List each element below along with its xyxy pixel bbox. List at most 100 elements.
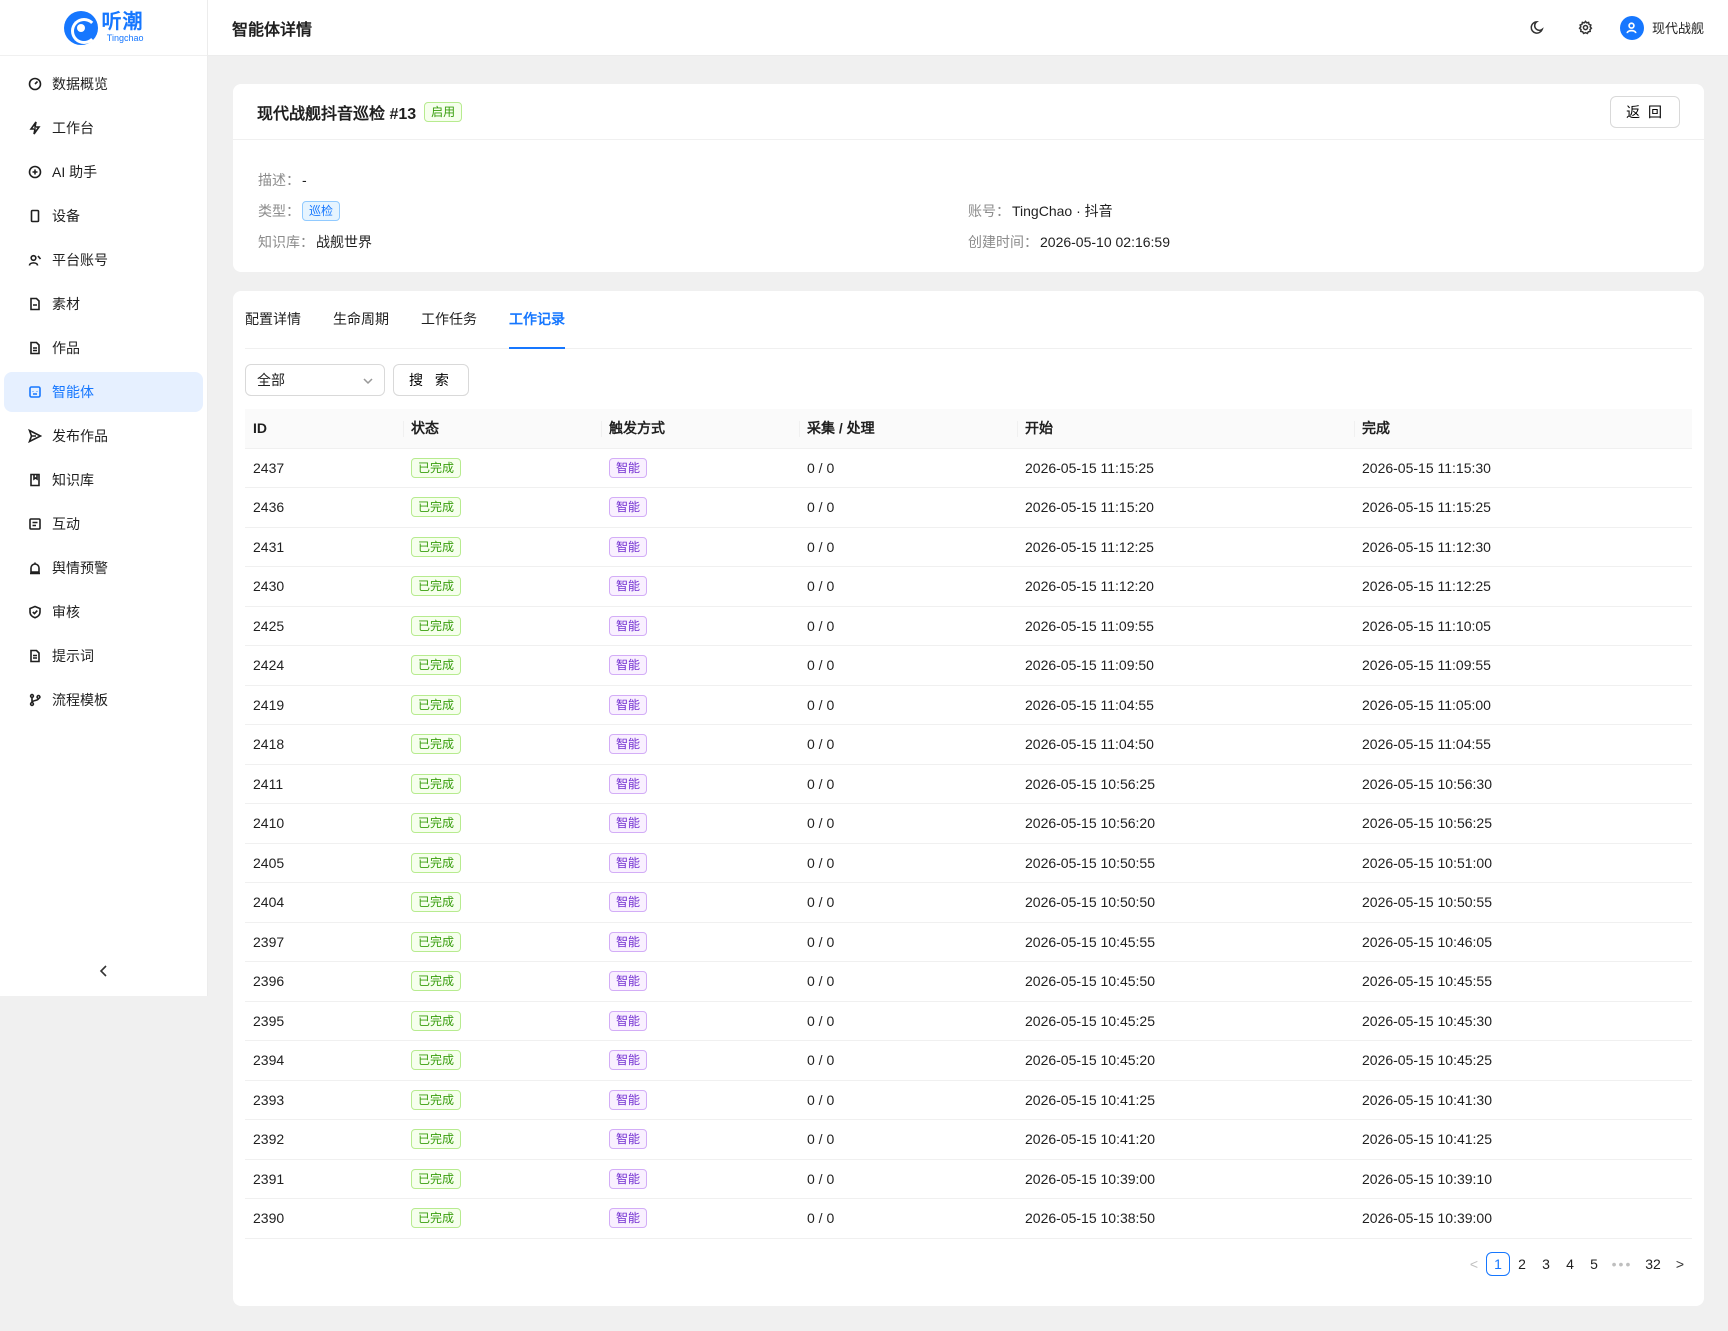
sidebar-item-send[interactable]: 发布作品 — [4, 416, 203, 456]
pagination-page-1[interactable]: 1 — [1486, 1252, 1510, 1276]
pagination-next-button[interactable]: > — [1668, 1252, 1692, 1276]
end-time: 2026-05-15 11:09:55 — [1354, 645, 1692, 686]
sidebar-item-branch[interactable]: 流程模板 — [4, 680, 203, 720]
send-icon — [28, 429, 42, 443]
sidebar-item-lightning[interactable]: 工作台 — [4, 108, 203, 148]
sidebar-item-label: 数据概览 — [52, 76, 108, 92]
table-row[interactable]: 2396 已完成 智能 0 / 0 2026-05-15 10:45:50 2026-05… — [245, 961, 1692, 1002]
end-time: 2026-05-15 11:15:25 — [1354, 487, 1692, 528]
table-row[interactable]: 2394 已完成 智能 0 / 0 2026-05-15 10:45:20 2026-05… — [245, 1040, 1692, 1081]
search-button[interactable]: 搜 索 — [393, 364, 469, 396]
table-row[interactable]: 2411 已完成 智能 0 / 0 2026-05-15 10:56:25 2026-05… — [245, 764, 1692, 804]
pagination: <1 2 3 4 5 ••• 32 > — [1462, 1252, 1692, 1276]
end-time: 2026-05-15 10:39:10 — [1354, 1159, 1692, 1199]
user-menu[interactable]: 现代战舰 — [1619, 15, 1704, 40]
collect-process-count: 0 / 0 — [799, 527, 1017, 567]
pagination-page-3[interactable]: 3 — [1534, 1252, 1558, 1276]
end-time: 2026-05-15 10:50:55 — [1354, 882, 1692, 923]
status-badge: 已完成 — [411, 1010, 462, 1031]
user-name: 现代战舰 — [1651, 21, 1704, 36]
settings-button[interactable] — [1570, 12, 1602, 44]
theme-toggle-button[interactable] — [1522, 12, 1554, 44]
start-time: 2026-05-15 11:15:20 — [1017, 487, 1354, 528]
start-time: 2026-05-15 10:50:50 — [1017, 882, 1354, 923]
sidebar-item-robot[interactable]: 智能体 — [4, 372, 203, 412]
trigger-badge: 智能 — [609, 1050, 648, 1071]
table-row[interactable]: 2419 已完成 智能 0 / 0 2026-05-15 11:04:55 2026-05… — [245, 685, 1692, 725]
sidebar-item-users[interactable]: 平台账号 — [4, 240, 203, 280]
end-time: 2026-05-15 10:51:00 — [1354, 843, 1692, 883]
collect-process-count: 0 / 0 — [799, 448, 1017, 488]
end-time: 2026-05-15 10:39:00 — [1354, 1198, 1692, 1239]
trigger-badge: 智能 — [609, 576, 648, 597]
chat-icon — [28, 517, 42, 531]
trigger-badge: 智能 — [609, 931, 648, 952]
collect-process-count: 0 / 0 — [799, 1198, 1017, 1239]
pagination-page-5[interactable]: 5 — [1582, 1252, 1606, 1276]
trigger-badge: 智能 — [609, 813, 648, 834]
table-row[interactable]: 2424 已完成 智能 0 / 0 2026-05-15 11:09:50 2026-05… — [245, 645, 1692, 686]
trigger-badge: 智能 — [609, 1010, 648, 1031]
sidebar-item-shield[interactable]: 审核 — [4, 592, 203, 632]
record-id: 2411 — [245, 764, 403, 804]
phone-icon — [28, 209, 42, 223]
sidebar-item-chat[interactable]: 互动 — [4, 504, 203, 544]
sidebar-item-dashboard[interactable]: 数据概览 — [4, 64, 203, 104]
tab-3[interactable]: 工作记录 — [509, 290, 565, 349]
document-icon — [28, 341, 42, 355]
sidebar-item-note[interactable]: 提示词 — [4, 636, 203, 676]
pagination-prev-button[interactable]: < — [1462, 1252, 1486, 1276]
collect-process-count: 0 / 0 — [799, 961, 1017, 1002]
table-row[interactable]: 2397 已完成 智能 0 / 0 2026-05-15 10:45:55 2026-05… — [245, 922, 1692, 962]
end-time: 2026-05-15 11:10:05 — [1354, 606, 1692, 646]
collect-process-count: 0 / 0 — [799, 803, 1017, 844]
table-row[interactable]: 2393 已完成 智能 0 / 0 2026-05-15 10:41:25 2026-05… — [245, 1080, 1692, 1120]
record-id: 2397 — [245, 922, 403, 962]
tab-2[interactable]: 工作任务 — [421, 290, 477, 348]
table-row[interactable]: 2430 已完成 智能 0 / 0 2026-05-15 11:12:20 2026-05… — [245, 566, 1692, 607]
table-row[interactable]: 2425 已完成 智能 0 / 0 2026-05-15 11:09:55 2026-05… — [245, 606, 1692, 646]
created-time-value: 2026-05-10 02:16:59 — [1040, 233, 1170, 250]
sidebar-item-file[interactable]: 素材 — [4, 284, 203, 324]
sidebar-item-phone[interactable]: 设备 — [4, 196, 203, 236]
table-row[interactable]: 2390 已完成 智能 0 / 0 2026-05-15 10:38:50 2026-05… — [245, 1198, 1692, 1239]
pagination-ellipsis[interactable]: ••• — [1606, 1252, 1638, 1276]
sidebar-item-alarm[interactable]: 舆情预警 — [4, 548, 203, 588]
table-row[interactable]: 2404 已完成 智能 0 / 0 2026-05-15 10:50:50 2026-05… — [245, 882, 1692, 923]
tab-1[interactable]: 生命周期 — [333, 290, 389, 348]
start-time: 2026-05-15 11:12:25 — [1017, 527, 1354, 567]
type-tag: 巡检 — [302, 200, 341, 221]
back-button[interactable]: 返 回 — [1610, 95, 1680, 128]
filter-bar: 全部 搜 索 — [245, 364, 469, 396]
shield-icon — [28, 605, 42, 619]
table-row[interactable]: 2391 已完成 智能 0 / 0 2026-05-15 10:39:00 2026-05… — [245, 1159, 1692, 1199]
sidebar-item-label: 审核 — [52, 604, 80, 620]
table-row[interactable]: 2436 已完成 智能 0 / 0 2026-05-15 11:15:20 2026-05… — [245, 487, 1692, 528]
table-row[interactable]: 2437 已完成 智能 0 / 0 2026-05-15 11:15:25 2026-05… — [245, 448, 1692, 488]
work-records-table: ID 状态 触发方式 采集 / 处理 开始 完成 2437 已完成 智能 0 / 0 2026-0… — [245, 409, 1692, 1239]
collapse-sidebar-button[interactable] — [0, 946, 208, 996]
table-row[interactable]: 2405 已完成 智能 0 / 0 2026-05-15 10:50:55 2026-05… — [245, 843, 1692, 883]
pagination-page-last[interactable]: 32 — [1638, 1252, 1668, 1276]
chevron-down-icon — [362, 374, 374, 386]
status-badge: 已完成 — [411, 457, 462, 478]
sidebar-item-document[interactable]: 作品 — [4, 328, 203, 368]
table-row[interactable]: 2395 已完成 智能 0 / 0 2026-05-15 10:45:25 2026-05… — [245, 1001, 1692, 1041]
pagination-page-4[interactable]: 4 — [1558, 1252, 1582, 1276]
status-filter-select[interactable]: 全部 — [245, 364, 385, 396]
table-row[interactable]: 2410 已完成 智能 0 / 0 2026-05-15 10:56:20 2026-05… — [245, 803, 1692, 844]
table-row[interactable]: 2431 已完成 智能 0 / 0 2026-05-15 11:12:25 2026-05… — [245, 527, 1692, 567]
table-row[interactable]: 2418 已完成 智能 0 / 0 2026-05-15 11:04:50 2026-05… — [245, 724, 1692, 765]
status-badge: 已完成 — [411, 813, 462, 834]
sidebar-item-book[interactable]: 知识库 — [4, 460, 203, 500]
collect-process-count: 0 / 0 — [799, 1080, 1017, 1120]
sidebar-item-ai[interactable]: AI 助手 — [4, 152, 203, 192]
knowledge-base-label: 知识库： — [258, 233, 314, 250]
pagination-page-2[interactable]: 2 — [1510, 1252, 1534, 1276]
table-row[interactable]: 2392 已完成 智能 0 / 0 2026-05-15 10:41:20 2026-05… — [245, 1119, 1692, 1160]
collect-process-count: 0 / 0 — [799, 1159, 1017, 1199]
end-time: 2026-05-15 10:46:05 — [1354, 922, 1692, 962]
tab-0[interactable]: 配置详情 — [245, 290, 301, 348]
brand-logo[interactable]: 听潮 Tingchao — [0, 0, 207, 56]
record-id: 2404 — [245, 882, 403, 923]
